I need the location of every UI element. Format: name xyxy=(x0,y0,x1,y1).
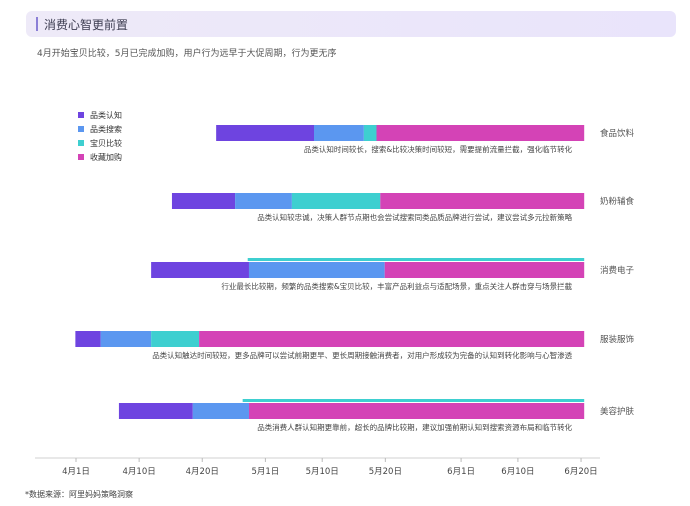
data-source-note: *数据来源：阿里妈妈策略洞察 xyxy=(25,490,133,499)
overlay-bar-4 xyxy=(242,399,585,402)
category-label-0: 食品饮料 xyxy=(600,128,635,139)
category-note-4: 品类消费人群认知期更靠前，超长的品牌比较期，建议加强前期认知到搜索资源布局和临节… xyxy=(257,422,572,432)
x-tick-label-2: 4月20日 xyxy=(186,467,219,477)
legend-swatch-2 xyxy=(78,140,84,146)
bar-segment-2-0 xyxy=(151,262,249,278)
bar-segment-3-3 xyxy=(199,331,585,347)
x-tick-label-7: 6月10日 xyxy=(501,467,534,477)
category-note-3: 品类认知触达时间较短，更多品牌可以尝试前期更早、更长周期接触消费者，对用户形成较… xyxy=(152,350,572,360)
bars: 品类认知时间较长，搜索&比较决策时间较短，需要提前流量拦截，强化临节转化 食品饮料… xyxy=(75,125,635,432)
bar-segment-0-3 xyxy=(376,125,585,141)
category-note-1: 品类认知较忠诚，决策人群节点期也会尝试搜索同类品质品牌进行尝试，建议尝试多元拉新… xyxy=(257,212,572,222)
category-row-4: 品类消费人群认知期更靠前，超长的品牌比较期，建议加强前期认知到搜索资源布局和临节… xyxy=(118,399,635,432)
bar-segment-4-1 xyxy=(192,403,249,419)
legend-swatch-0 xyxy=(78,112,84,118)
category-note-2: 行业最长比较期，频繁的品类搜索&宝贝比较，丰富产品利益点与适配场景，重点关注人群… xyxy=(221,281,572,291)
bar-segment-1-1 xyxy=(235,193,292,209)
x-tick-label-5: 5月20日 xyxy=(369,467,402,477)
legend-swatch-1 xyxy=(78,126,84,132)
x-tick-label-3: 5月1日 xyxy=(251,467,279,477)
bar-segment-0-2 xyxy=(363,125,377,141)
legend-label-0: 品类认知 xyxy=(90,110,122,120)
bar-segment-0-1 xyxy=(314,125,364,141)
x-tick-label-4: 5月10日 xyxy=(306,467,339,477)
legend-label-1: 品类搜索 xyxy=(90,124,122,134)
x-tick-label-8: 6月20日 xyxy=(564,467,597,477)
category-label-4: 美容护肤 xyxy=(600,406,635,417)
legend-swatch-3 xyxy=(78,154,84,160)
category-row-0: 品类认知时间较长，搜索&比较决策时间较短，需要提前流量拦截，强化临节转化 食品饮料 xyxy=(216,125,635,154)
legend-label-3: 收藏加购 xyxy=(90,152,122,162)
category-row-2: 行业最长比较期，频繁的品类搜索&宝贝比较，丰富产品利益点与适配场景，重点关注人群… xyxy=(151,258,635,291)
overlay-bar-2 xyxy=(247,258,585,261)
bar-segment-2-1 xyxy=(248,262,385,278)
bar-segment-3-1 xyxy=(100,331,152,347)
bar-segment-1-0 xyxy=(171,193,236,209)
bar-segment-0-0 xyxy=(216,125,315,141)
x-tick-label-0: 4月1日 xyxy=(62,467,90,477)
category-note-0: 品类认知时间较长，搜索&比较决策时间较短，需要提前流量拦截，强化临节转化 xyxy=(304,144,573,154)
bar-segment-2-2 xyxy=(384,262,585,278)
bar-segment-4-0 xyxy=(118,403,193,419)
bar-segment-3-2 xyxy=(151,331,200,347)
category-row-1: 品类认知较忠诚，决策人群节点期也会尝试搜索同类品质品牌进行尝试，建议尝试多元拉新… xyxy=(171,193,635,222)
gantt-chart: 品类认知品类搜索宝贝比较收藏加购 品类认知时间较长，搜索&比较决策时间较短，需要… xyxy=(35,110,635,477)
category-label-1: 奶粉辅食 xyxy=(600,196,635,207)
bar-segment-4-2 xyxy=(248,403,585,419)
bar-segment-3-0 xyxy=(75,331,101,347)
legend-label-2: 宝贝比较 xyxy=(90,138,122,148)
x-tick-label-6: 6月1日 xyxy=(447,467,475,477)
legend: 品类认知品类搜索宝贝比较收藏加购 xyxy=(78,110,122,162)
category-label-2: 消费电子 xyxy=(600,265,635,276)
bar-segment-1-2 xyxy=(291,193,381,209)
category-row-3: 品类认知触达时间较短，更多品牌可以尝试前期更早、更长周期接触消费者，对用户形成较… xyxy=(75,331,635,360)
category-label-3: 服装服饰 xyxy=(600,334,635,345)
x-axis: 4月1日 4月10日 4月20日 5月1日 5月10日 5月20日 6月1日 6月10日 6月2… xyxy=(35,457,600,477)
x-tick-label-1: 4月10日 xyxy=(123,467,156,477)
bar-segment-1-3 xyxy=(380,193,585,209)
